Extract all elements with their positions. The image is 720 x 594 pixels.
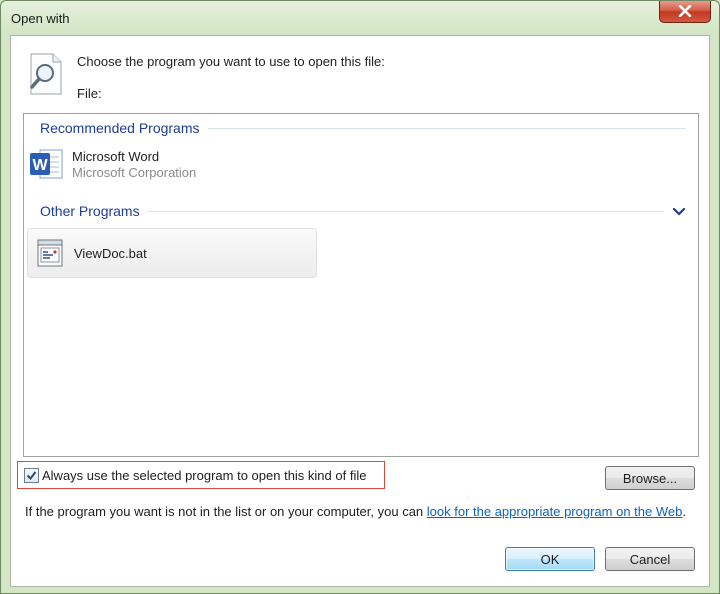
program-list[interactable]: Recommended Programs W Microsoft Word Mi… [23,113,699,457]
always-use-checkbox[interactable] [24,467,39,483]
title-bar[interactable]: Open with [1,1,719,35]
info-text-suffix: . [682,504,686,519]
svg-text:W: W [32,157,48,174]
group-title-recommended: Recommended Programs [40,120,200,136]
dialog-prompt: Choose the program you want to use to op… [77,54,385,69]
dialog-header: Choose the program you want to use to op… [11,36,709,106]
browse-button[interactable]: Browse... [605,466,695,490]
program-name: Microsoft Word [72,148,160,164]
group-header-recommended: Recommended Programs [40,118,686,138]
batch-file-icon [37,239,63,267]
program-item-microsoft-word[interactable]: W Microsoft Word Microsoft Corporation [28,143,196,185]
program-publisher: Microsoft Corporation [72,164,197,180]
cancel-button[interactable]: Cancel [605,547,695,571]
chevron-down-icon[interactable] [670,201,688,221]
info-text-body: If the program you want is not in the li… [25,504,427,519]
dialog-client-area: Choose the program you want to use to op… [10,35,710,587]
program-text: Microsoft Word Microsoft Corporation [72,149,196,180]
group-header-other[interactable]: Other Programs [40,201,664,221]
always-use-label[interactable]: Always use the selected program to open … [42,468,366,483]
ok-button[interactable]: OK [505,547,595,571]
checkmark-icon [26,470,37,480]
program-name: ViewDoc.bat [74,245,147,261]
always-use-checkbox-row[interactable]: Always use the selected program to open … [17,461,385,489]
magnifier-document-icon [30,53,62,95]
group-title-other: Other Programs [40,203,140,219]
group-divider [147,210,664,212]
open-with-dialog: Open with Choose the program you want to… [0,0,720,594]
group-divider [207,127,686,129]
info-text: If the program you want is not in the li… [25,503,695,520]
word-icon: W [30,149,63,179]
close-button[interactable] [659,1,711,23]
close-icon [678,5,692,17]
window-title: Open with [11,11,70,26]
program-item-viewdoc-bat[interactable]: ViewDoc.bat [27,228,317,278]
find-program-web-link[interactable]: look for the appropriate program on the … [427,504,683,519]
file-label: File: [77,86,102,101]
